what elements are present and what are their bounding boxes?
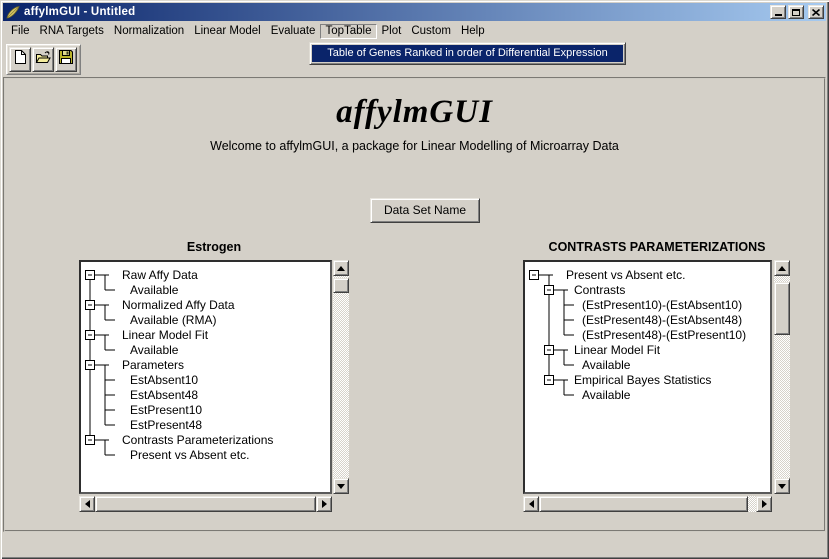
- tree-node-label[interactable]: Linear Model Fit: [122, 328, 209, 342]
- tree-node-label[interactable]: EstPresent48: [130, 418, 202, 432]
- tree-node-label[interactable]: Present vs Absent etc.: [130, 448, 249, 462]
- tree-node-label[interactable]: (EstPresent10)-(EstAbsent10): [582, 298, 742, 312]
- left-tree-listbox[interactable]: Raw Affy DataAvailableNormalized Affy Da…: [79, 260, 332, 494]
- tree-node-label[interactable]: (EstPresent48)-(EstAbsent48): [582, 313, 742, 327]
- menu-help[interactable]: Help: [456, 24, 490, 39]
- tree-node-label[interactable]: Available: [130, 343, 179, 357]
- tree-node-label[interactable]: Linear Model Fit: [574, 343, 661, 357]
- right-tree-listbox[interactable]: Present vs Absent etc.Contrasts(EstPrese…: [523, 260, 772, 494]
- scroll-up-button[interactable]: [333, 260, 349, 276]
- left-tree-horizontal-scrollbar[interactable]: [79, 496, 332, 512]
- maximize-button[interactable]: [788, 5, 804, 19]
- scrollbar-thumb[interactable]: [333, 278, 349, 293]
- tree-node-label[interactable]: Present vs Absent etc.: [566, 268, 685, 282]
- minimize-icon: [775, 14, 782, 16]
- arrow-down-icon: [337, 484, 345, 489]
- left-tree-header: Estrogen: [79, 240, 349, 254]
- tree-node-label[interactable]: EstAbsent10: [130, 373, 198, 387]
- application-window: affylmGUI - Untitled FileRNA TargetsNorm…: [0, 0, 829, 559]
- tree-node-label[interactable]: Parameters: [122, 358, 184, 372]
- scrollbar-thumb[interactable]: [539, 496, 748, 512]
- tree-node-label[interactable]: Available: [130, 283, 179, 297]
- right-tree-canvas: Present vs Absent etc.Contrasts(EstPrese…: [525, 262, 770, 492]
- tree-node-label[interactable]: EstAbsent48: [130, 388, 198, 402]
- save-file-button[interactable]: [55, 47, 77, 72]
- menu-file[interactable]: File: [6, 24, 35, 39]
- menu-plot[interactable]: Plot: [377, 24, 407, 39]
- menu-normalization[interactable]: Normalization: [109, 24, 189, 39]
- menu-toptable[interactable]: TopTable: [320, 24, 376, 39]
- right-tree-header: CONTRASTS PARAMETERIZATIONS: [523, 240, 791, 254]
- new-file-button[interactable]: [9, 47, 31, 72]
- app-title: affylmGUI: [5, 94, 824, 131]
- scroll-down-button[interactable]: [333, 478, 349, 494]
- left-tree-canvas: Raw Affy DataAvailableNormalized Affy Da…: [81, 262, 330, 492]
- scrollbar-thumb[interactable]: [95, 496, 316, 512]
- titlebar[interactable]: affylmGUI - Untitled: [3, 3, 826, 21]
- tree-node-label[interactable]: Available (RMA): [130, 313, 216, 327]
- menu-linear-model[interactable]: Linear Model: [189, 24, 265, 39]
- arrow-left-icon: [85, 500, 90, 508]
- welcome-text: Welcome to affylmGUI, a package for Line…: [5, 139, 824, 153]
- tree-node-label[interactable]: EstPresent10: [130, 403, 202, 417]
- main-content-frame: affylmGUI Welcome to affylmGUI, a packag…: [3, 77, 826, 532]
- menu-rna-targets[interactable]: RNA Targets: [35, 24, 109, 39]
- open-file-button[interactable]: [32, 47, 54, 72]
- scroll-left-button[interactable]: [79, 496, 95, 512]
- arrow-right-icon: [762, 500, 767, 508]
- scroll-down-button[interactable]: [774, 478, 790, 494]
- right-tree-vertical-scrollbar[interactable]: [774, 260, 790, 494]
- scroll-right-button[interactable]: [756, 496, 772, 512]
- menu-evaluate[interactable]: Evaluate: [266, 24, 321, 39]
- tree-node-label[interactable]: Empirical Bayes Statistics: [574, 373, 711, 387]
- menubar: FileRNA TargetsNormalizationLinear Model…: [4, 22, 825, 40]
- maximize-icon: [792, 9, 800, 16]
- scroll-left-button[interactable]: [523, 496, 539, 512]
- arrow-left-icon: [529, 500, 534, 508]
- toptable-dropdown-menu: Table of Genes Ranked in order of Differ…: [309, 42, 626, 65]
- close-icon: [812, 9, 820, 16]
- left-tree-vertical-scrollbar[interactable]: [333, 260, 349, 494]
- toolbar: [6, 44, 81, 75]
- arrow-right-icon: [322, 500, 327, 508]
- data-set-name-button[interactable]: Data Set Name: [370, 198, 480, 223]
- scroll-right-button[interactable]: [316, 496, 332, 512]
- menu-custom[interactable]: Custom: [406, 24, 456, 39]
- tree-node-label[interactable]: Contrasts: [574, 283, 625, 297]
- tree-node-label[interactable]: Available: [582, 358, 631, 372]
- scrollbar-thumb[interactable]: [774, 282, 790, 335]
- minimize-button[interactable]: [770, 5, 786, 19]
- close-button[interactable]: [808, 5, 824, 19]
- tree-node-label[interactable]: Available: [582, 388, 631, 402]
- save-file-icon: [58, 49, 74, 70]
- open-file-icon: [35, 49, 51, 70]
- tree-node-label[interactable]: (EstPresent48)-(EstPresent10): [582, 328, 746, 342]
- tree-node-label[interactable]: Raw Affy Data: [122, 268, 198, 282]
- feather-app-icon: [5, 5, 21, 20]
- scroll-up-button[interactable]: [774, 260, 790, 276]
- tree-node-label[interactable]: Normalized Affy Data: [122, 298, 235, 312]
- status-strip: [3, 533, 826, 556]
- new-file-icon: [12, 49, 28, 70]
- arrow-down-icon: [778, 484, 786, 489]
- right-tree-horizontal-scrollbar[interactable]: [523, 496, 772, 512]
- menu-item-table-of-genes[interactable]: Table of Genes Ranked in order of Differ…: [312, 45, 623, 62]
- arrow-up-icon: [337, 266, 345, 271]
- window-title: affylmGUI - Untitled: [24, 6, 770, 18]
- arrow-up-icon: [778, 266, 786, 271]
- tree-node-label[interactable]: Contrasts Parameterizations: [122, 433, 273, 447]
